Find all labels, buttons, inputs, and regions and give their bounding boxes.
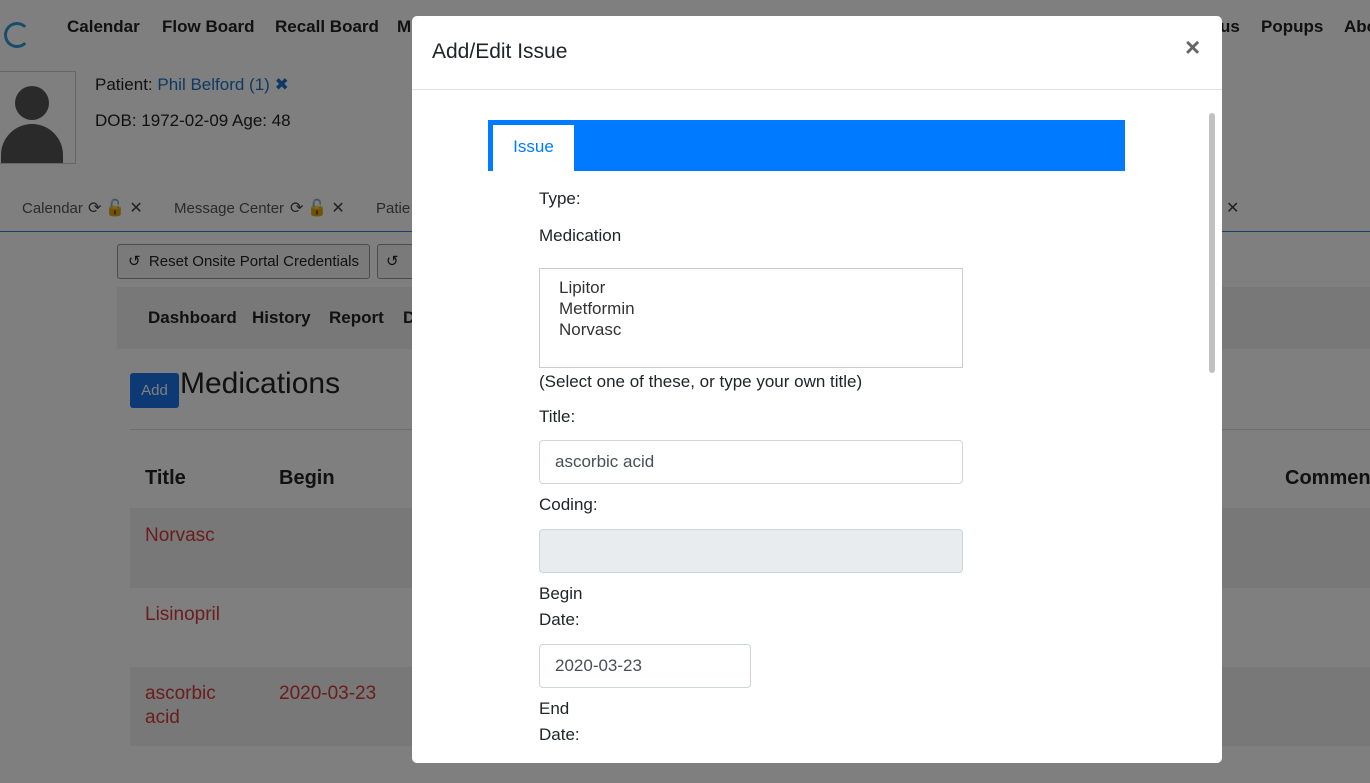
type-label: Type: bbox=[539, 189, 581, 208]
title-input[interactable]: ascorbic acid bbox=[539, 440, 963, 484]
coding-field[interactable] bbox=[539, 529, 963, 573]
end-date-label-suffix: Date: bbox=[539, 725, 580, 744]
end-date-label: End bbox=[539, 699, 570, 718]
title-suggestions-list[interactable]: Lipitor Metformin Norvasc bbox=[539, 268, 963, 368]
coding-label: Coding: bbox=[539, 495, 598, 514]
title-label: Title: bbox=[539, 407, 576, 426]
begin-date-label-suffix: Date: bbox=[539, 610, 580, 629]
list-hint: (Select one of these, or type your own t… bbox=[539, 372, 863, 391]
add-edit-issue-dialog: Add/Edit Issue × Issue Type: Medication … bbox=[412, 16, 1222, 763]
modal-title: Add/Edit Issue bbox=[432, 40, 568, 63]
list-option[interactable]: Norvasc bbox=[559, 319, 962, 340]
list-option[interactable]: Metformin bbox=[559, 298, 962, 319]
issue-tab-bar: Issue bbox=[488, 120, 1125, 171]
list-option[interactable]: Lipitor bbox=[559, 277, 962, 298]
close-icon[interactable]: × bbox=[1185, 34, 1200, 60]
begin-date-label: Begin bbox=[539, 584, 583, 603]
tab-issue[interactable]: Issue bbox=[493, 125, 574, 171]
type-value: Medication bbox=[539, 226, 622, 245]
begin-date-input[interactable]: 2020-03-23 bbox=[539, 644, 751, 688]
modal-header: Add/Edit Issue × bbox=[412, 16, 1222, 90]
modal-scrollbar[interactable] bbox=[1209, 113, 1215, 373]
